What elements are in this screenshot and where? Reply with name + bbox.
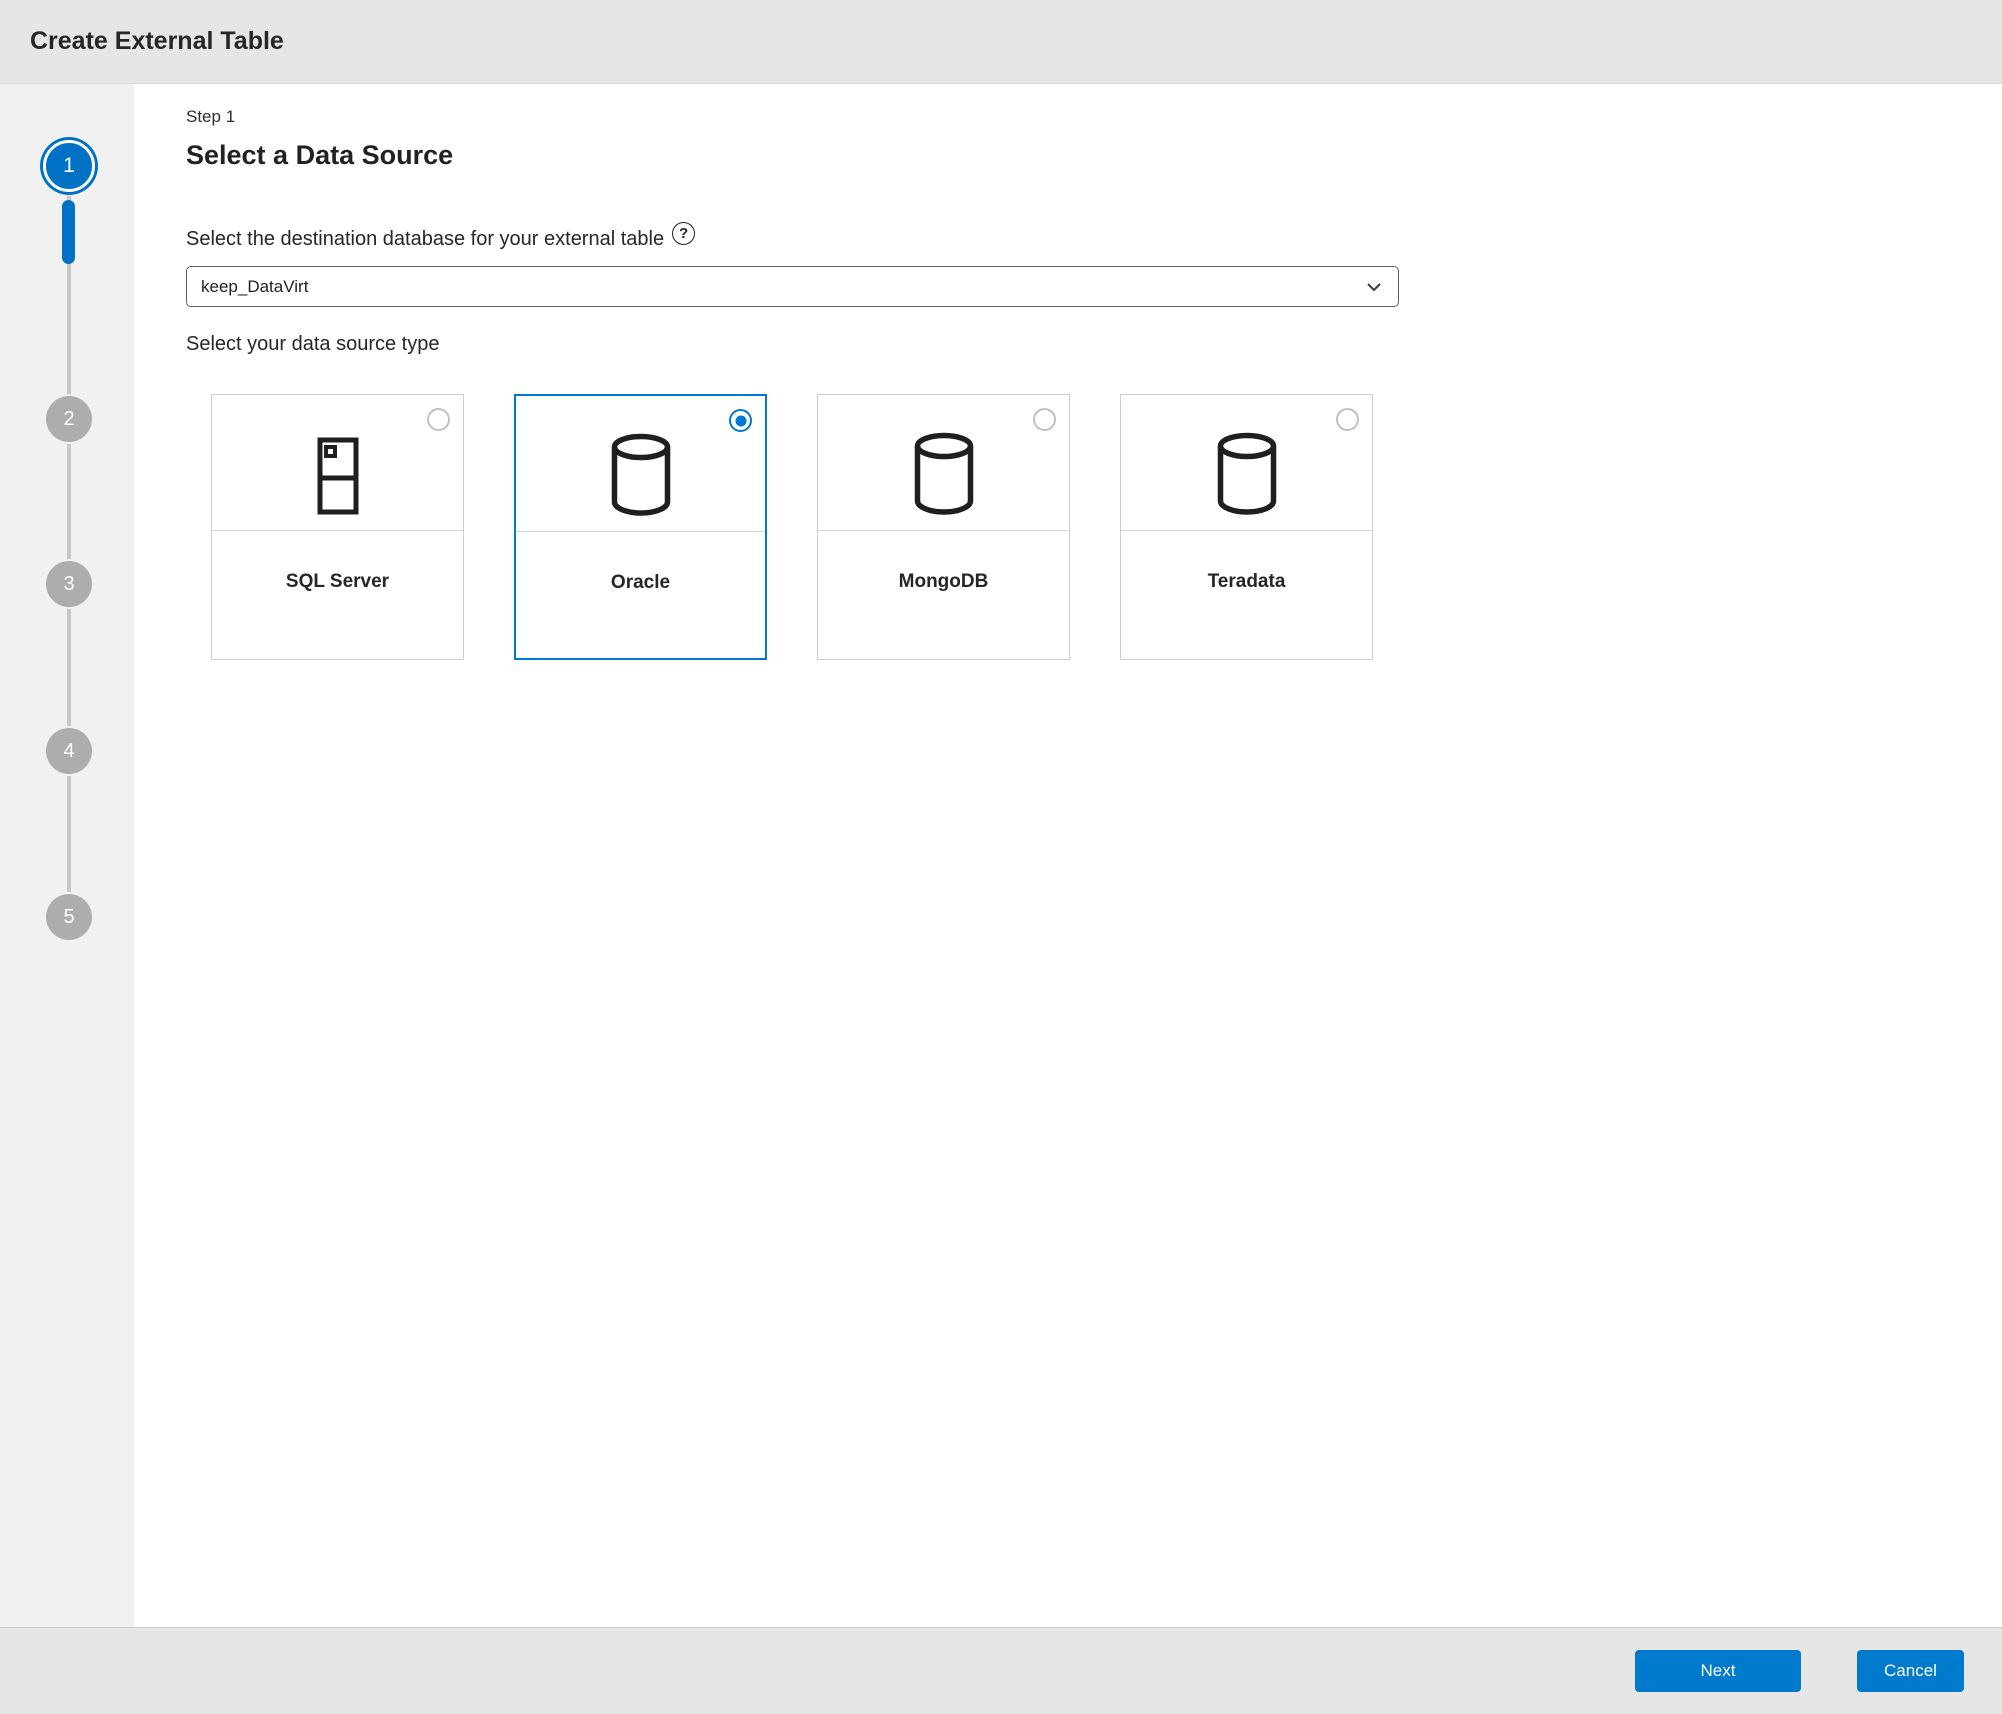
card-divider	[212, 530, 463, 531]
create-external-table-wizard: Create External Table 1 2 3 4 5 Step 1 S…	[0, 0, 2002, 1714]
card-label: Teradata	[1121, 571, 1372, 593]
radio-mongodb[interactable]	[1033, 408, 1056, 431]
data-source-card-list: SQL Server Oracle	[211, 394, 2002, 660]
card-label: Oracle	[516, 572, 765, 594]
destination-database-label: Select the destination database for your…	[186, 228, 664, 251]
wizard-footer: Next Cancel	[0, 1627, 2002, 1714]
window-title: Create External Table	[30, 27, 284, 56]
step-number: 5	[63, 906, 74, 929]
data-source-card-sql-server[interactable]: SQL Server	[211, 394, 464, 660]
database-icon	[608, 433, 674, 517]
chevron-down-icon	[1364, 277, 1384, 297]
sql-server-icon	[312, 436, 364, 516]
destination-database-value: keep_DataVirt	[201, 277, 1364, 297]
next-button[interactable]: Next	[1635, 1650, 1801, 1692]
card-divider	[1121, 530, 1372, 531]
wizard-stepper: 1 2 3 4 5	[0, 84, 134, 1627]
stepper-step-3[interactable]: 3	[46, 561, 92, 607]
step-connector	[67, 776, 71, 892]
database-icon	[911, 432, 977, 516]
radio-oracle[interactable]	[729, 409, 752, 432]
card-divider	[818, 530, 1069, 531]
page-title: Select a Data Source	[186, 140, 2002, 171]
card-label: MongoDB	[818, 571, 1069, 593]
help-icon[interactable]: ?	[672, 222, 695, 245]
radio-teradata[interactable]	[1336, 408, 1359, 431]
step-number: 4	[63, 740, 74, 763]
step-number: 2	[63, 408, 74, 431]
stepper-step-2[interactable]: 2	[46, 396, 92, 442]
wizard-page-content: Step 1 Select a Data Source Select the d…	[134, 84, 2002, 1627]
stepper-step-5[interactable]: 5	[46, 894, 92, 940]
cancel-button[interactable]: Cancel	[1857, 1650, 1964, 1692]
step-label: Step 1	[186, 107, 2002, 127]
window-header: Create External Table	[0, 0, 2002, 84]
step-number: 3	[63, 573, 74, 596]
data-source-card-oracle[interactable]: Oracle	[514, 394, 767, 660]
destination-database-dropdown[interactable]: keep_DataVirt	[186, 266, 1399, 307]
destination-database-label-row: Select the destination database for your…	[186, 228, 2002, 251]
radio-sql-server[interactable]	[427, 408, 450, 431]
step-connector	[67, 444, 71, 559]
database-icon	[1214, 432, 1280, 516]
step-connector	[67, 609, 71, 726]
card-divider	[516, 531, 765, 532]
card-label: SQL Server	[212, 571, 463, 593]
step-number: 1	[63, 154, 75, 178]
source-type-label: Select your data source type	[186, 333, 2002, 356]
stepper-step-1[interactable]: 1	[43, 140, 95, 192]
data-source-card-mongodb[interactable]: MongoDB	[817, 394, 1070, 660]
data-source-card-teradata[interactable]: Teradata	[1120, 394, 1373, 660]
stepper-step-4[interactable]: 4	[46, 728, 92, 774]
active-step-progress-bar	[62, 200, 75, 264]
